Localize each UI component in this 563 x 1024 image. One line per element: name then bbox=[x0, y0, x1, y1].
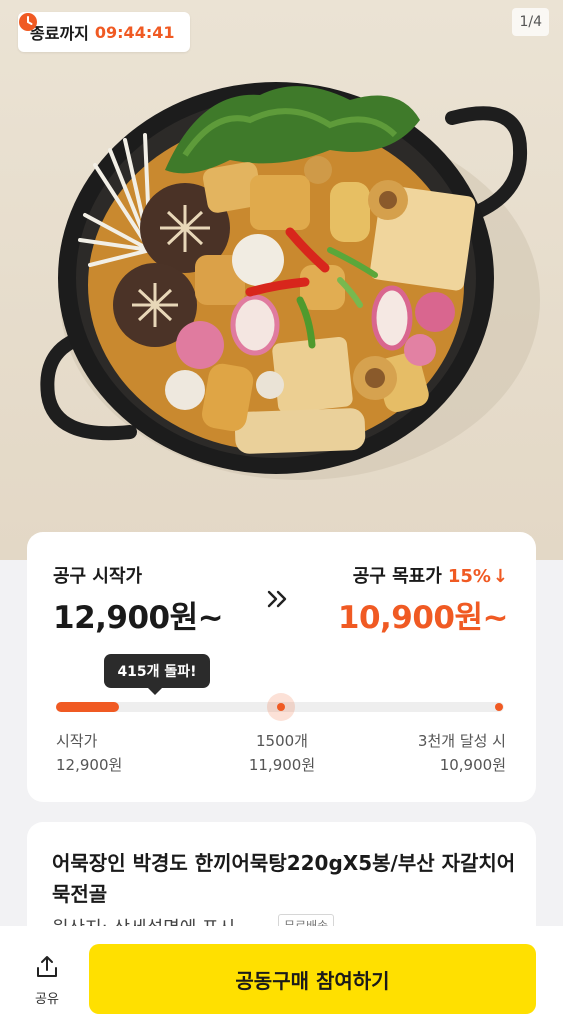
goal-price-value: 10,900원~ bbox=[337, 600, 509, 636]
milestone-price: 12,900원 bbox=[56, 756, 123, 774]
clock-icon bbox=[19, 13, 37, 31]
image-counter: 1/4 bbox=[512, 8, 549, 36]
milestone-price: 11,900원 bbox=[248, 756, 316, 774]
countdown-timer: 종료까지 09:44:41 bbox=[18, 12, 191, 52]
start-price-label: 공구 시작가 bbox=[53, 566, 143, 587]
timer-value: 09:44:41 bbox=[94, 22, 175, 42]
join-group-buy-button[interactable]: 공동구매 참여하기 bbox=[89, 944, 536, 1014]
milestone-label: 1500개 bbox=[256, 732, 308, 750]
timer-label: 종료까지 bbox=[30, 24, 89, 43]
milestone-label: 3천개 달성 시 bbox=[417, 732, 506, 750]
progress-fill bbox=[56, 702, 119, 712]
share-icon bbox=[37, 956, 57, 977]
goal-label-text: 공구 목표가 bbox=[352, 566, 442, 587]
progress-track bbox=[56, 693, 504, 721]
goal-discount: 15% bbox=[447, 566, 491, 587]
goal-price-label: 공구 목표가 15% ↓ bbox=[353, 562, 508, 588]
price-card: 공구 시작가 12,900원~ 공구 목표가 15% ↓ 10,900원~ 415개… bbox=[27, 532, 536, 802]
product-image-gallery[interactable]: 종료까지 09:44:41 1/4 bbox=[0, 0, 563, 560]
double-chevron-right-icon bbox=[267, 590, 287, 608]
milestone-price: 10,900원 bbox=[439, 756, 506, 774]
progress-tooltip: 415개 돌파! bbox=[104, 654, 210, 695]
milestone-dot bbox=[495, 703, 503, 711]
bottom-action-bar: 공유 공동구매 참여하기 bbox=[0, 926, 563, 1024]
start-price-value: 12,900원~ bbox=[53, 600, 224, 636]
share-button[interactable]: 공유 bbox=[22, 954, 72, 1010]
fishcake-hotpot-image bbox=[40, 82, 540, 480]
down-arrow-icon: ↓ bbox=[492, 566, 508, 587]
milestone-dot bbox=[277, 703, 285, 711]
product-title: 어묵장인 박경도 한끼어묵탕220gX5봉/부산 자갈치어묵전골 bbox=[52, 851, 516, 906]
share-label: 공유 bbox=[35, 992, 59, 1007]
milestone-label: 시작가 bbox=[56, 732, 98, 750]
